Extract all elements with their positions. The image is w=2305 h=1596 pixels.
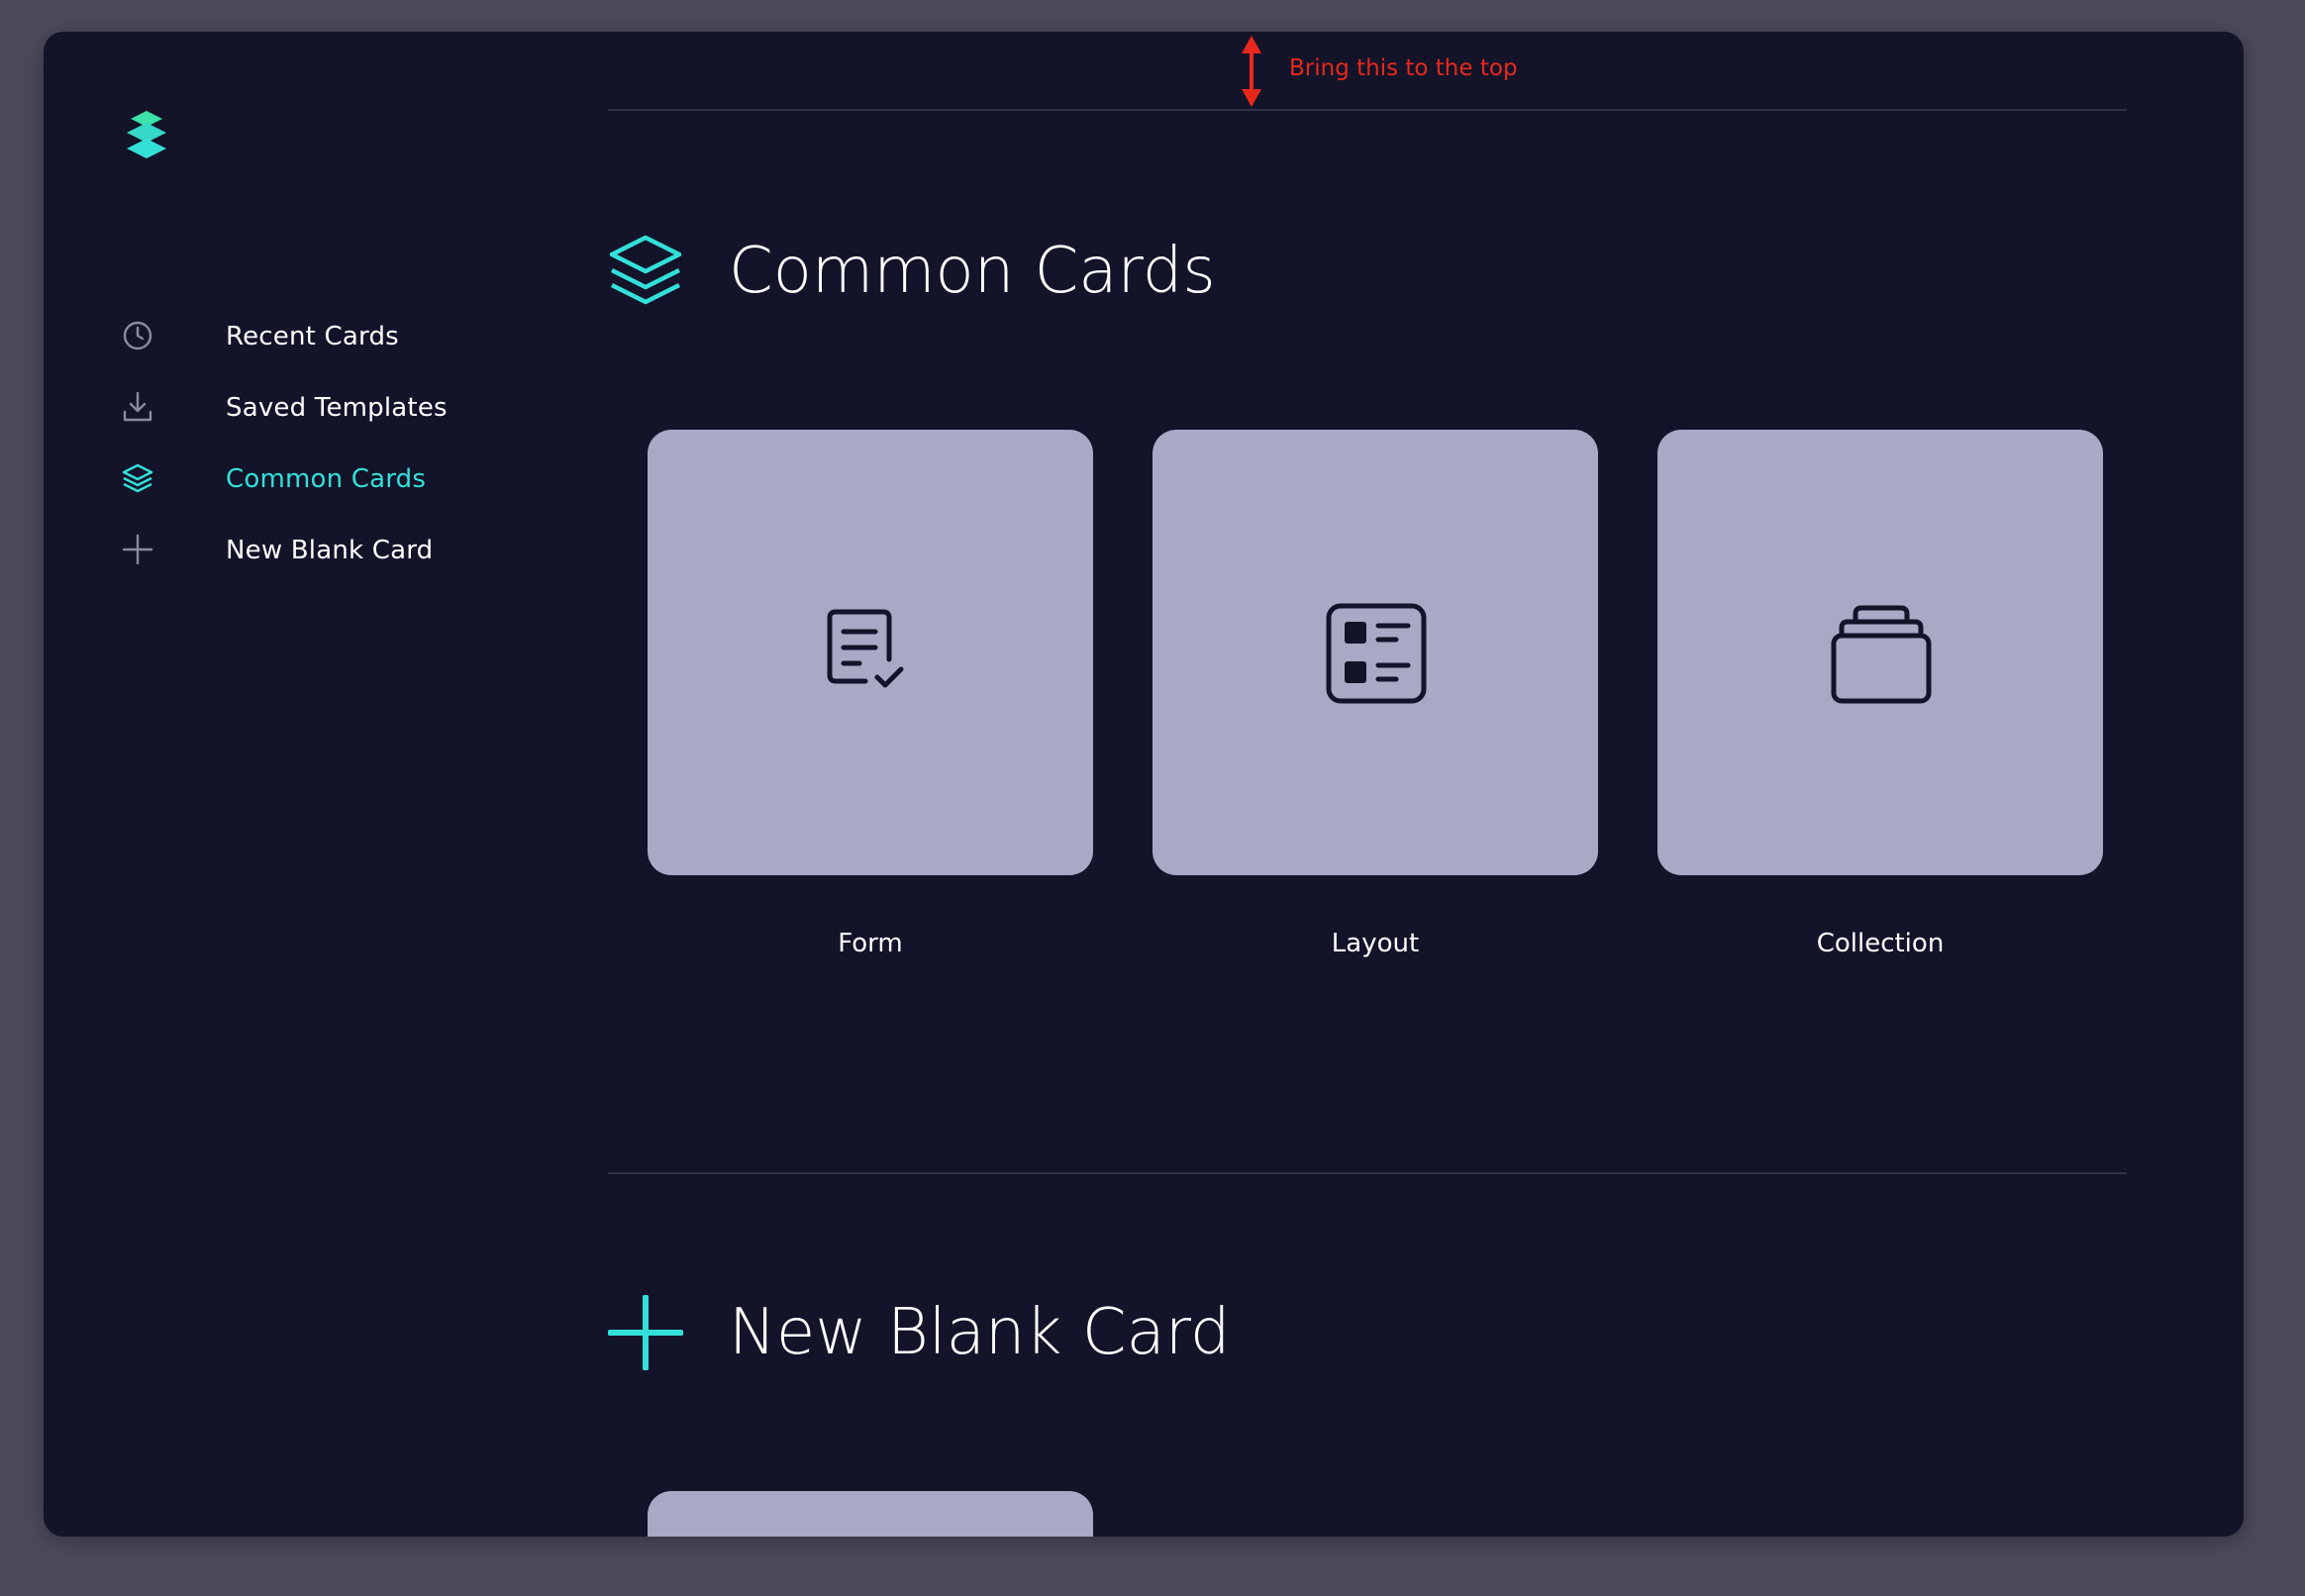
layers-logo-icon (127, 111, 166, 158)
form-document-check-icon (827, 609, 904, 688)
card-collection[interactable] (1657, 430, 2103, 875)
layers-icon (122, 463, 153, 493)
plus-icon (608, 1295, 683, 1370)
card-label-layout[interactable]: Layout (1152, 929, 1598, 958)
card-label-form[interactable]: Form (648, 929, 1093, 958)
layout-list-icon (1326, 603, 1427, 704)
card-new-blank[interactable] (648, 1491, 1093, 1537)
sidebar-item-saved-templates[interactable]: Saved Templates (121, 390, 517, 430)
clock-icon (123, 321, 152, 350)
card-layout[interactable] (1152, 430, 1598, 875)
download-icon (123, 391, 152, 422)
annotation-text: Bring this to the top (1289, 55, 1518, 81)
sidebar-item-label: New Blank Card (226, 536, 434, 565)
section-title: New Blank Card (729, 1296, 1231, 1369)
sidebar-item-recent-cards[interactable]: Recent Cards (121, 319, 517, 358)
section-title: Common Cards (729, 235, 1216, 308)
section-divider (608, 1172, 2127, 1174)
sidebar-item-label: Saved Templates (226, 393, 448, 423)
section-divider (608, 109, 2127, 111)
app-window: Recent Cards Saved Templates Common Card… (44, 32, 2244, 1537)
card-label-collection[interactable]: Collection (1657, 929, 2103, 958)
card-form[interactable] (648, 430, 1093, 875)
sidebar-item-label: Recent Cards (226, 322, 399, 351)
collection-stack-icon (1831, 605, 1932, 704)
sidebar-item-common-cards[interactable]: Common Cards (121, 461, 517, 501)
app-logo[interactable] (121, 109, 172, 164)
sidebar-item-label: Common Cards (226, 464, 427, 494)
plus-icon (122, 534, 153, 565)
double-arrow-icon (1242, 36, 1261, 107)
sidebar-item-new-blank-card[interactable]: New Blank Card (121, 533, 517, 572)
layers-icon (609, 235, 682, 305)
